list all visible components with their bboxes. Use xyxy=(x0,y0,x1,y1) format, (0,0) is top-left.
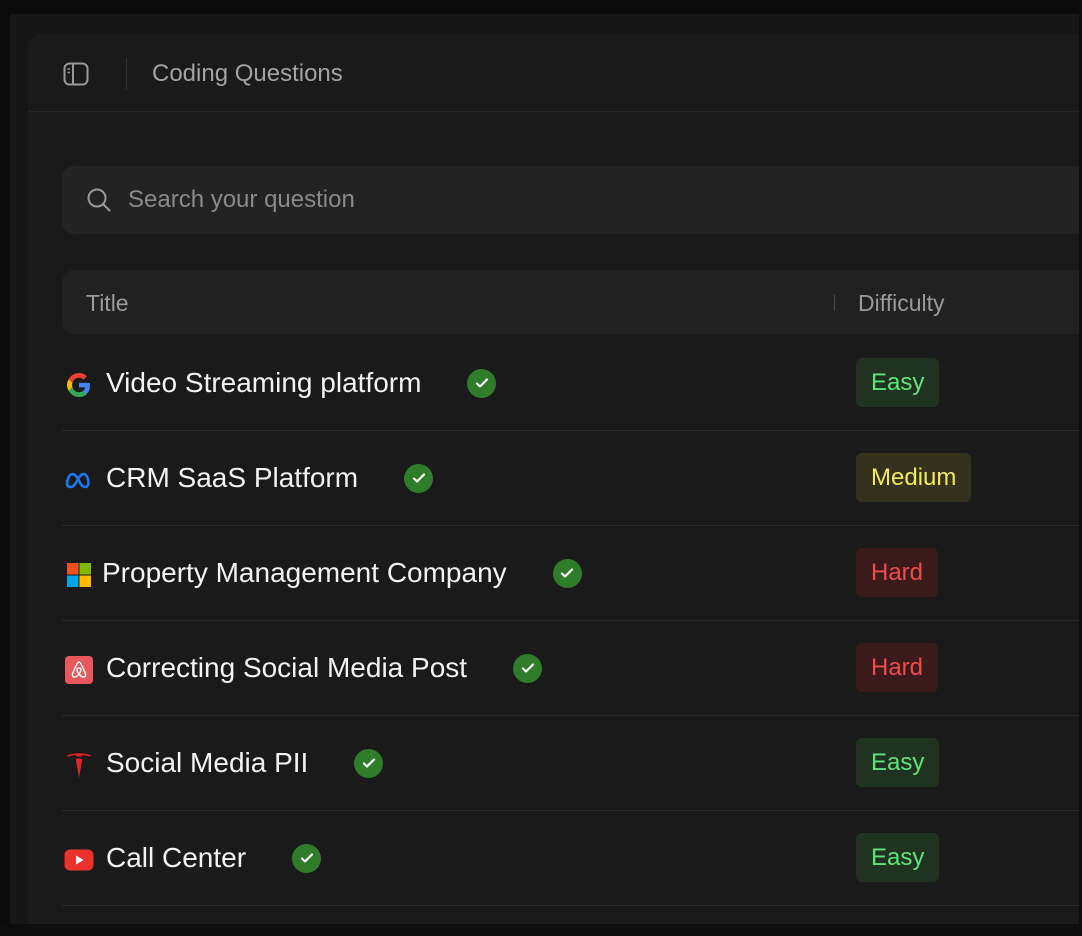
search-bar[interactable] xyxy=(62,166,1082,234)
question-title[interactable]: Social Media PII xyxy=(106,746,308,780)
header-divider xyxy=(126,58,127,90)
difficulty-badge: Easy xyxy=(856,358,940,407)
meta-icon xyxy=(64,465,94,495)
google-icon xyxy=(64,370,94,400)
sidebar-toggle-button[interactable] xyxy=(62,60,90,88)
difficulty-badge: Easy xyxy=(856,833,940,882)
solved-check-icon xyxy=(513,653,543,683)
table-row[interactable]: Call Center Easy xyxy=(62,811,1082,906)
main-panel: Coding Questions Title Difficulty xyxy=(28,34,1082,924)
question-list: Video Streaming platform Easy CRM SaaS P… xyxy=(62,336,1082,906)
question-title[interactable]: Video Streaming platform xyxy=(106,366,421,400)
column-resize-handle[interactable] xyxy=(834,295,835,311)
table-row[interactable]: Video Streaming platform Easy xyxy=(62,336,1082,431)
solved-check-icon xyxy=(404,463,434,493)
page-title: Coding Questions xyxy=(152,60,343,87)
question-title[interactable]: Property Management Company xyxy=(102,556,507,590)
window-bottom-edge xyxy=(0,924,1082,936)
tesla-icon xyxy=(64,750,94,780)
app-frame: Coding Questions Title Difficulty xyxy=(10,14,1082,924)
difficulty-badge: Easy xyxy=(856,738,940,787)
solved-check-icon xyxy=(467,368,497,398)
table-row[interactable]: Property Management Company Hard xyxy=(62,526,1082,621)
question-title[interactable]: Correcting Social Media Post xyxy=(106,651,467,685)
airbnb-icon xyxy=(64,655,94,685)
solved-check-icon xyxy=(552,558,582,588)
question-title[interactable]: CRM SaaS Platform xyxy=(106,461,358,495)
solved-check-icon xyxy=(292,843,322,873)
microsoft-icon xyxy=(64,560,94,590)
table-header: Title Difficulty xyxy=(62,270,1082,334)
difficulty-badge: Hard xyxy=(856,643,939,692)
search-icon xyxy=(87,188,111,212)
table-row[interactable]: Social Media PII Easy xyxy=(62,716,1082,811)
difficulty-badge: Medium xyxy=(856,453,972,502)
sidebar-icon xyxy=(63,62,89,86)
question-title[interactable]: Call Center xyxy=(106,841,246,875)
solved-check-icon xyxy=(354,748,384,778)
column-header-title[interactable]: Title xyxy=(86,290,129,317)
column-header-difficulty[interactable]: Difficulty xyxy=(858,290,945,317)
search-input[interactable] xyxy=(126,185,930,215)
difficulty-badge: Hard xyxy=(856,548,939,597)
youtube-icon xyxy=(64,845,94,875)
table-row[interactable]: CRM SaaS Platform Medium xyxy=(62,431,1082,526)
table-row[interactable]: Correcting Social Media Post Hard xyxy=(62,621,1082,716)
header: Coding Questions xyxy=(28,34,1082,112)
